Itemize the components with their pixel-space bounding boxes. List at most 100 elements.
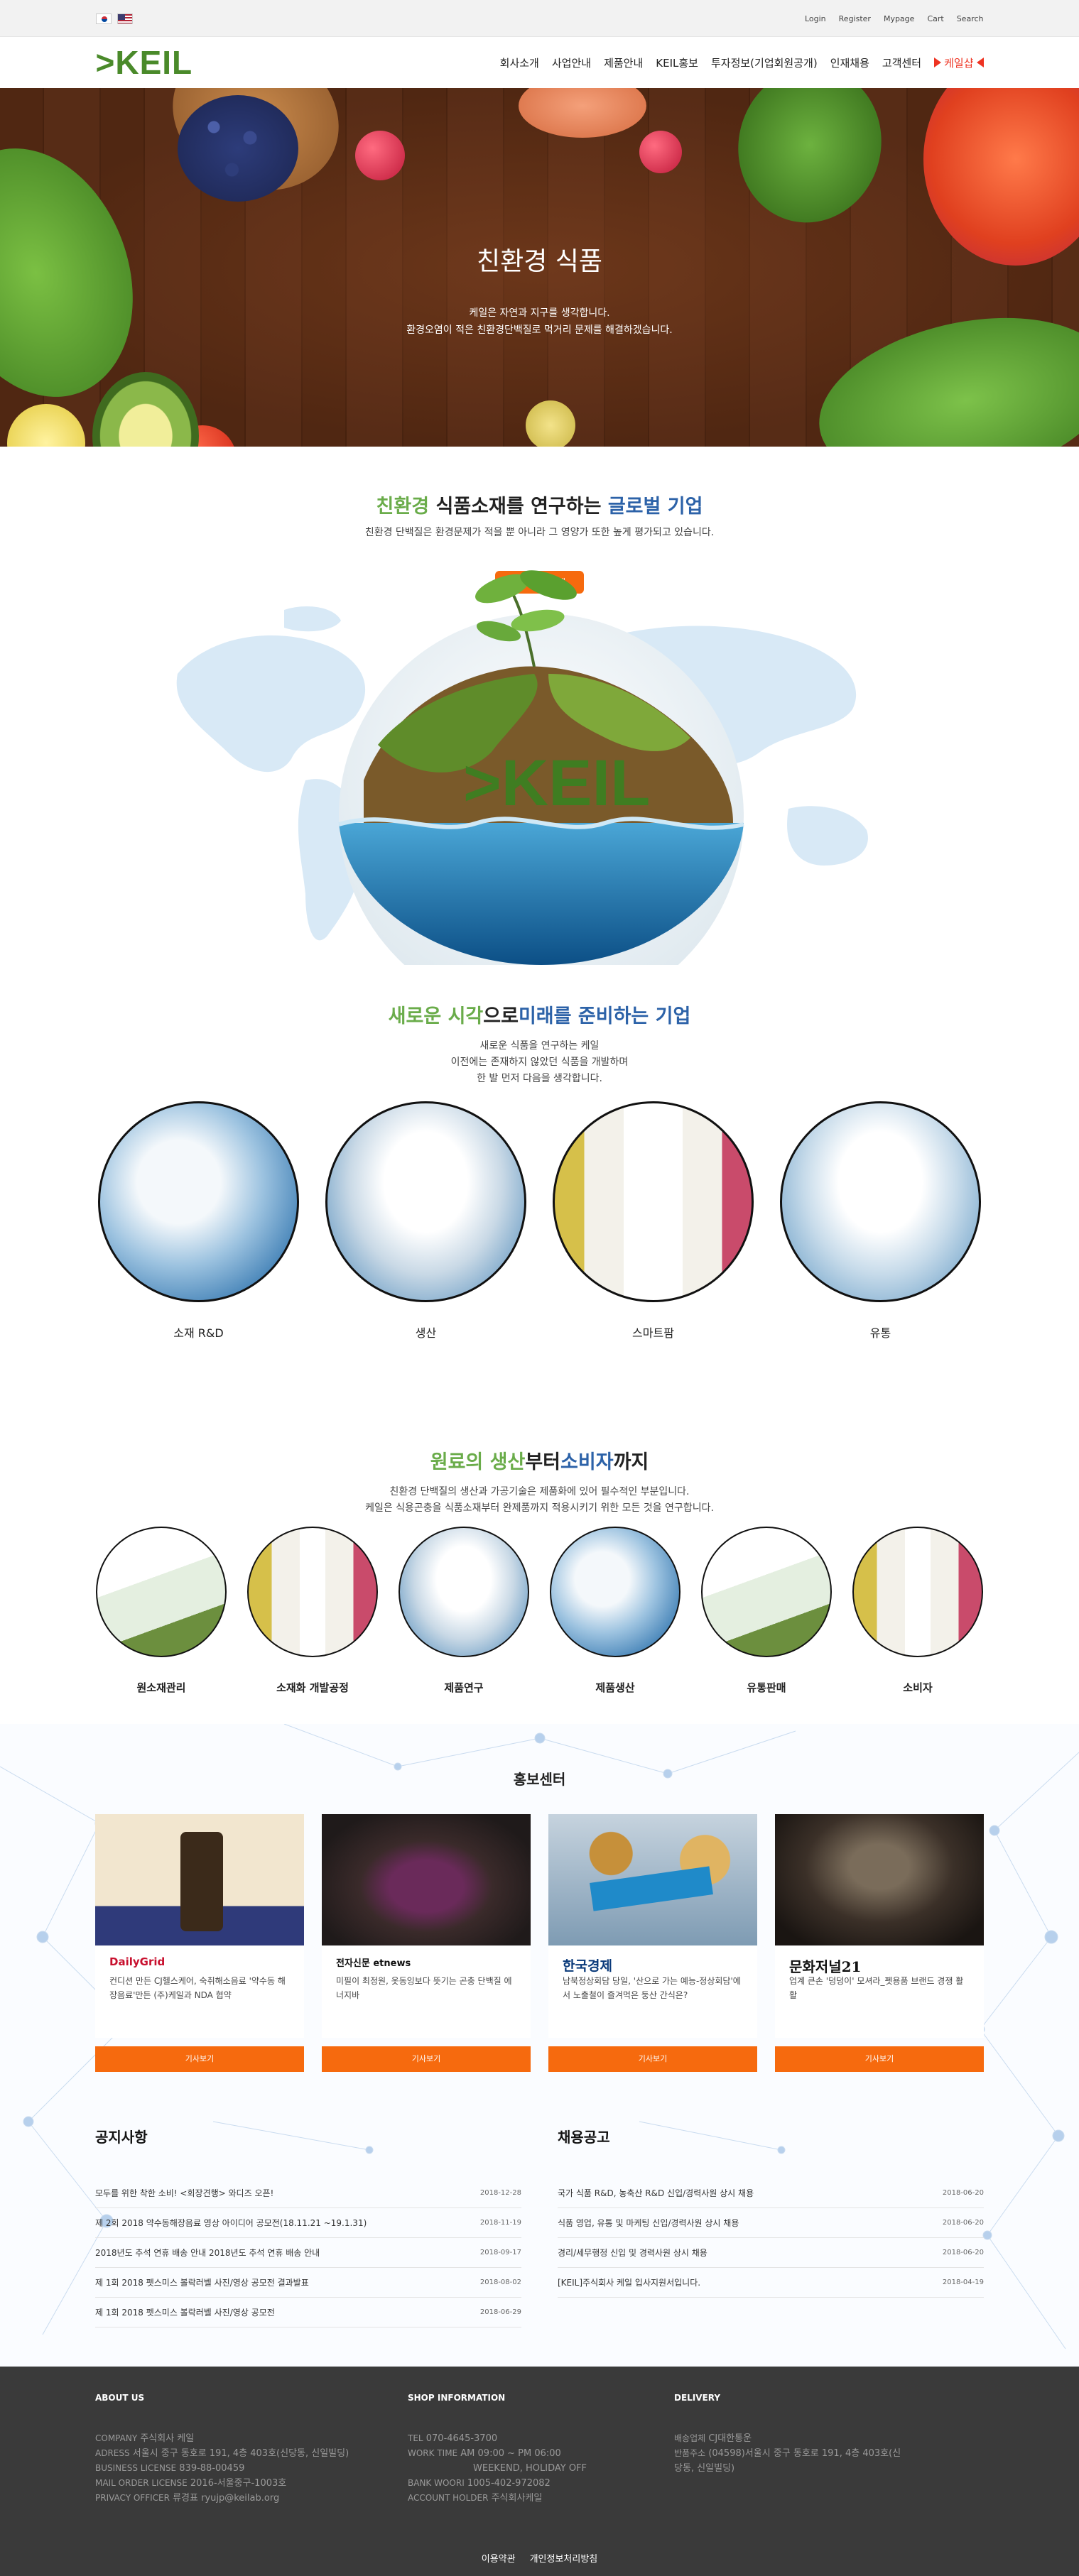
notice-row-date: 2018-08-02 (479, 2278, 521, 2286)
site-header: >KEIL 회사소개 사업안내 제품안내 KEIL홍보 투자정보(기업회원공개)… (0, 37, 1079, 88)
notice-row[interactable]: 모두를 위한 착한 소비! <회장견행> 와디즈 오픈! 2018-12-28 (95, 2178, 521, 2208)
notice-row[interactable]: 2018년도 추석 연휴 배송 안내 2018년도 추석 연휴 배송 안내 201… (95, 2238, 521, 2268)
cart-link[interactable]: Cart (927, 14, 943, 23)
intro-title-blue: 글로벌 기업 (607, 496, 703, 518)
chain-item-raw-material[interactable]: 원소재관리 (96, 1527, 227, 1695)
intro-section: 친환경 식품소재를 연구하는 글로벌 기업 친환경 단백질은 환경문제가 적을 … (0, 447, 1079, 1000)
notice-row-title[interactable]: 제 1회 2018 펫스미스 볼락러벨 사진/영상 공모전 (95, 2298, 275, 2327)
register-link[interactable]: Register (839, 14, 871, 23)
korean-flag-icon[interactable] (95, 13, 112, 24)
vision-item-distribution[interactable]: 유통 (779, 1101, 982, 1341)
nav-company[interactable]: 회사소개 (500, 55, 539, 70)
nav-careers[interactable]: 인재채용 (830, 55, 869, 70)
vision-section: 새로운 시각으로미래를 준비하는 기업 새로운 식품을 연구하는 케일 이전에는… (0, 1000, 1079, 1341)
radish2-image (639, 131, 682, 173)
notice-row-title[interactable]: 제 1회 2018 펫스미스 볼락러벨 사진/영상 공모전 결과발표 (95, 2268, 309, 2297)
nav-support[interactable]: 고객센터 (882, 55, 921, 70)
read-article-button[interactable]: 기사보기 (775, 2046, 984, 2072)
chain-item-manufacturing[interactable]: 제품생산 (550, 1527, 681, 1695)
vision-item-smartfarm[interactable]: 스마트팜 (552, 1101, 754, 1341)
arrow-left-icon (976, 58, 984, 67)
read-article-button[interactable]: 기사보기 (95, 2046, 304, 2072)
herbs-image (720, 88, 899, 239)
recruit-row[interactable]: 경리/세무행정 신입 및 경력사원 상시 채용 2018-06-20 (558, 2238, 984, 2268)
news-image (322, 1814, 531, 1945)
chain-label-5: 유통판매 (747, 1681, 786, 1694)
news-headline: 컨디션 만든 CJ헬스케어, 숙취해소음료 '약수동 해장음료'만든 (주)케일… (109, 1976, 286, 2000)
nav-keil-shop[interactable]: 케일샵 (934, 55, 984, 70)
read-article-button[interactable]: 기사보기 (322, 2046, 531, 2072)
nav-business[interactable]: 사업안내 (552, 55, 591, 70)
news-card-body: 한국경제 남북정상회담 당일, '산으로 가는 예능-정상회담'에서 노출철이 … (548, 1945, 757, 2038)
truck-photo (96, 1527, 227, 1657)
lab-photo (398, 1527, 529, 1657)
vision-label-rnd: 소재 R&D (173, 1326, 224, 1340)
footer-about-line: PRIVACY OFFICER 류경표 ryujp@keilab.org (95, 2493, 280, 2504)
notice-row-title[interactable]: 제 2회 2018 약수동해장음료 영상 아이디어 공모전(18.11.21 ~… (95, 2208, 367, 2237)
pr-title: 홍보센터 (513, 1771, 566, 1788)
intro-title: 친환경 식품소재를 연구하는 글로벌 기업 (0, 491, 1079, 518)
chain-item-research[interactable]: 제품연구 (398, 1527, 530, 1695)
juice-image (923, 88, 1079, 266)
vision-label-distribution: 유통 (869, 1326, 891, 1340)
read-article-button[interactable]: 기사보기 (548, 2046, 757, 2072)
vision-circles: 소재 R&D 생산 스마트팜 유통 (97, 1101, 982, 1341)
recruit-row[interactable]: 국가 식품 R&D, 농축산 R&D 신입/경력사원 상시 채용 2018-06-… (558, 2178, 984, 2208)
notice-row[interactable]: 제 2회 2018 약수동해장음료 영상 아이디어 공모전(18.11.21 ~… (95, 2208, 521, 2238)
notice-row-date: 2018-06-29 (479, 2308, 521, 2316)
notice-row[interactable]: 제 1회 2018 펫스미스 볼락러벨 사진/영상 공모전 결과발표 2018-0… (95, 2268, 521, 2298)
search-link[interactable]: Search (957, 14, 984, 23)
nav-products[interactable]: 제품안내 (604, 55, 643, 70)
recruit-row-title[interactable]: 식품 영업, 유통 및 마케팅 신입/경력사원 상시 채용 (558, 2208, 739, 2237)
vision-title-green: 새로운 시각 (388, 1005, 484, 1027)
nav-pr[interactable]: KEIL홍보 (656, 55, 698, 70)
footer-about-line: COMPANY 주식회사 케일 (95, 2433, 195, 2444)
news-card: 문화저널21 업계 큰손 '덩덩이' 모셔라_펫용품 브랜드 경쟁 활활 기사보… (775, 1814, 984, 2072)
nav-investor[interactable]: 투자정보(기업회원공개) (711, 55, 818, 70)
recruit-row-title[interactable]: 경리/세무행정 신입 및 경력사원 상시 채용 (558, 2238, 707, 2267)
recruit-row[interactable]: 식품 영업, 유통 및 마케팅 신입/경력사원 상시 채용 2018-06-20 (558, 2208, 984, 2238)
us-flag-icon[interactable] (116, 13, 133, 24)
notice-row-date: 2018-12-28 (479, 2189, 521, 2197)
radish-image (355, 131, 405, 180)
chain-item-process[interactable]: 소재화 개발공정 (247, 1527, 379, 1695)
notice-row-title[interactable]: 모두를 위한 착한 소비! <회장견행> 와디즈 오픈! (95, 2178, 273, 2207)
notice-row-title[interactable]: 2018년도 추석 연휴 배송 안내 2018년도 추석 연휴 배송 안내 (95, 2238, 320, 2267)
recruit-board: 채용공고 국가 식품 R&D, 농축산 R&D 신입/경력사원 상시 채용 201… (558, 2126, 984, 2327)
chain-item-consumer[interactable]: 소비자 (852, 1527, 984, 1695)
privacy-policy-link[interactable]: 개인정보처리방침 (530, 2551, 598, 2565)
footer-delivery: DELIVERY 배송업체 CJ대한통운 반품주소 (04598)서울시 중구 … (674, 2393, 909, 2506)
nav-keil-shop-label: 케일샵 (944, 56, 974, 70)
recruit-row-title[interactable]: 국가 식품 R&D, 농축산 R&D 신입/경력사원 상시 채용 (558, 2178, 754, 2207)
notice-row-date: 2018-09-17 (479, 2249, 521, 2256)
notice-row[interactable]: 제 1회 2018 펫스미스 볼락러벨 사진/영상 공모전 2018-06-29 (95, 2298, 521, 2327)
shop-photo (852, 1527, 983, 1657)
blueberries-image (178, 95, 298, 202)
chain-title-mid: 부터 (525, 1451, 561, 1473)
recruit-row-title[interactable]: [KEIL]주식회사 케일 입사지원서입니다. (558, 2268, 700, 2297)
footer-about-line: MAIL ORDER LICENSE 2016-서울중구-1003호 (95, 2478, 287, 2489)
footer-shop-title: SHOP INFORMATION (408, 2393, 506, 2403)
vision-line-2: 이전에는 존재하지 않았던 식품을 개발하며 (450, 1057, 629, 1068)
vision-title: 새로운 시각으로미래를 준비하는 기업 (0, 1000, 1079, 1028)
hero-subtitle: 케일은 자연과 지구를 생각합니다. 환경오염이 적은 친환경단백질로 먹거리 … (0, 305, 1079, 339)
chain-item-sales[interactable]: 유통판매 (701, 1527, 833, 1695)
keil-logo[interactable]: >KEIL (96, 43, 193, 82)
grapefruit-image (519, 88, 646, 138)
recruit-row[interactable]: [KEIL]주식회사 케일 입사지원서입니다. 2018-04-19 (558, 2268, 984, 2298)
mypage-link[interactable]: Mypage (884, 14, 914, 23)
terms-link[interactable]: 이용약관 (482, 2551, 516, 2565)
news-image (775, 1814, 984, 1945)
main-navigation: 회사소개 사업안내 제품안내 KEIL홍보 투자정보(기업회원공개) 인재채용 … (500, 55, 984, 70)
chain-title-end: 까지 (613, 1451, 649, 1473)
hero-line-1: 케일은 자연과 지구를 생각합니다. (469, 307, 610, 319)
login-link[interactable]: Login (805, 14, 826, 23)
news-cards: DailyGrid 컨디션 만든 CJ헬스케어, 숙취해소음료 '약수동 해장음… (95, 1814, 984, 2072)
vision-item-production[interactable]: 생산 (325, 1101, 527, 1341)
news-card: 전자신문 etnews 미필이 최정원, 옷동잉보다 뜻기는 곤충 단백질 에너… (322, 1814, 531, 2072)
notice-title: 공지사항 (95, 2129, 148, 2146)
notice-row-date: 2018-11-19 (479, 2219, 521, 2227)
vision-item-rnd[interactable]: 소재 R&D (97, 1101, 300, 1341)
footer-columns: ABOUT US COMPANY 주식회사 케일 ADRESS 서울시 중구 동… (95, 2393, 984, 2506)
globe-logo-text: >KEIL (463, 747, 650, 819)
